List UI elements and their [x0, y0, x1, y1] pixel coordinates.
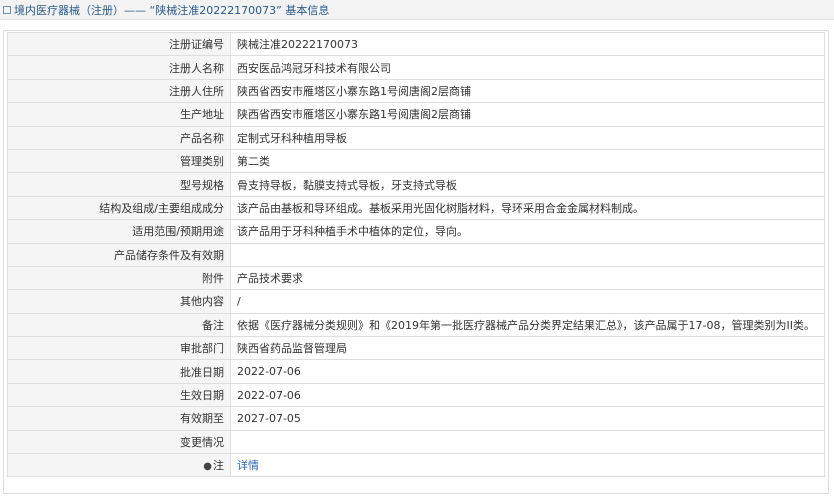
- row-label: 注册人住所: [7, 78, 231, 104]
- row-value: 陕西省药品监督管理局: [230, 336, 825, 361]
- table-row: 变更情况: [7, 429, 825, 455]
- table-row: 附件 产品技术要求: [7, 265, 825, 291]
- table-row: 结构及组成/主要组成成分 该产品由基板和导环组成。基板采用光固化树脂材料，导环采…: [7, 195, 825, 221]
- row-label: 备注: [7, 312, 231, 338]
- pin-icon: ●: [203, 461, 212, 473]
- row-value: /: [230, 289, 825, 314]
- row-label: 其他内容: [7, 289, 231, 314]
- row-label: 生产地址: [7, 102, 231, 127]
- row-label: 附件: [7, 265, 231, 291]
- table-row: 注册人名称 西安医品鸿冠牙科技术有限公司: [7, 55, 825, 80]
- row-value: 2022-07-06: [230, 382, 825, 408]
- table-row: 有效期至 2027-07-05: [7, 406, 825, 431]
- row-value: 定制式牙科种植用导板: [230, 125, 825, 150]
- row-label: 审批部门: [7, 336, 231, 361]
- row-value: 第二类: [230, 148, 825, 174]
- table-row: 注册人住所 陕西省西安市雁塔区小寨东路1号阅唐阁2层商铺: [7, 78, 825, 104]
- row-value: 该产品由基板和导环组成。基板采用光固化树脂材料，导环采用合金金属材料制成。: [230, 195, 825, 221]
- row-label: 生效日期: [7, 382, 231, 408]
- detail-table: 注册证编号 陕械注准20222170073 注册人名称 西安医品鸿冠牙科技术有限…: [7, 31, 825, 478]
- details-link[interactable]: 详情: [237, 459, 259, 472]
- note-row: ●注 详情: [7, 453, 825, 478]
- document-icon: [3, 5, 11, 14]
- row-value: 2027-07-05: [230, 406, 825, 431]
- page-header: 境内医疗器械（注册）—— “陕械注准20222170073” 基本信息: [0, 0, 834, 20]
- row-value: 陕西省西安市雁塔区小寨东路1号阅唐阁2层商铺: [230, 102, 825, 127]
- row-label: 注册证编号: [7, 31, 231, 57]
- row-value: 陕械注准20222170073: [230, 31, 825, 57]
- note-label: 注: [213, 459, 224, 473]
- table-row: 生产地址 陕西省西安市雁塔区小寨东路1号阅唐阁2层商铺: [7, 102, 825, 127]
- row-value: 该产品用于牙科种植手术中植体的定位，导向。: [230, 219, 825, 244]
- page-title: 境内医疗器械（注册）—— “陕械注准20222170073” 基本信息: [14, 3, 330, 17]
- table-row: 管理类别 第二类: [7, 148, 825, 174]
- row-label: 产品名称: [7, 125, 231, 150]
- detail-panel: 注册证编号 陕械注准20222170073 注册人名称 西安医品鸿冠牙科技术有限…: [3, 30, 829, 494]
- row-label: 有效期至: [7, 406, 231, 431]
- table-row: 型号规格 骨支持导板，黏膜支持式导板，牙支持式导板: [7, 172, 825, 197]
- row-label: 变更情况: [7, 429, 231, 455]
- row-label: 产品储存条件及有效期: [7, 242, 231, 267]
- row-value: 西安医品鸿冠牙科技术有限公司: [230, 55, 825, 80]
- row-label: 注册人名称: [7, 55, 231, 80]
- row-value: [230, 429, 825, 455]
- table-row: 注册证编号 陕械注准20222170073: [7, 31, 825, 57]
- table-row: 其他内容 /: [7, 289, 825, 314]
- row-value: 陕西省西安市雁塔区小寨东路1号阅唐阁2层商铺: [230, 78, 825, 104]
- note-value-cell: 详情: [230, 453, 825, 478]
- table-row: 生效日期 2022-07-06: [7, 382, 825, 408]
- row-value: 产品技术要求: [230, 265, 825, 291]
- row-label: 管理类别: [7, 148, 231, 174]
- row-value: 依据《医疗器械分类规则》和《2019年第一批医疗器械产品分类界定结果汇总》，该产…: [230, 312, 825, 338]
- row-label: 批准日期: [7, 359, 231, 384]
- row-label: 结构及组成/主要组成成分: [7, 195, 231, 221]
- row-value: [230, 242, 825, 267]
- table-row: 产品名称 定制式牙科种植用导板: [7, 125, 825, 150]
- table-row: 审批部门 陕西省药品监督管理局: [7, 336, 825, 361]
- table-row: 适用范围/预期用途 该产品用于牙科种植手术中植体的定位，导向。: [7, 219, 825, 244]
- row-label: 适用范围/预期用途: [7, 219, 231, 244]
- note-label-cell: ●注: [7, 453, 231, 478]
- row-value: 2022-07-06: [230, 359, 825, 384]
- row-value: 骨支持导板，黏膜支持式导板，牙支持式导板: [230, 172, 825, 197]
- table-row: 批准日期 2022-07-06: [7, 359, 825, 384]
- row-label: 型号规格: [7, 172, 231, 197]
- table-row: 备注 依据《医疗器械分类规则》和《2019年第一批医疗器械产品分类界定结果汇总》…: [7, 312, 825, 338]
- table-row: 产品储存条件及有效期: [7, 242, 825, 267]
